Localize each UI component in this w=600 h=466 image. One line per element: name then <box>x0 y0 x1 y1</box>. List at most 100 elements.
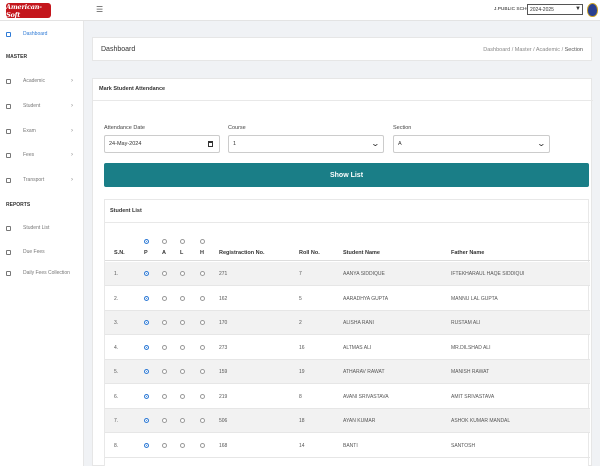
present-radio[interactable] <box>144 295 149 301</box>
sidebar-section-reports: REPORTS <box>6 202 31 208</box>
registration-cell: 271 <box>219 271 228 277</box>
holiday-radio[interactable] <box>200 320 205 325</box>
table-row: 5. 159 19 ATHARAV RAWAT MANISH RAWAT <box>105 360 590 384</box>
absent-radio[interactable] <box>162 418 167 423</box>
absent-radio[interactable] <box>162 442 167 448</box>
leave-radio[interactable] <box>180 442 185 448</box>
col-present: P <box>144 250 148 256</box>
holiday-radio[interactable] <box>200 295 205 301</box>
table-row: 7. 506 18 AYAN KUMAR ASHOK KUMAR MANDAL <box>105 409 590 433</box>
father-name-cell: MR.DILSHAD ALI <box>451 344 491 351</box>
present-radio[interactable] <box>144 344 149 350</box>
leave-radio[interactable] <box>180 344 185 350</box>
fees-icon <box>6 152 11 158</box>
absent-radio[interactable] <box>162 393 167 399</box>
sidebar-item-due-fees[interactable]: Due Fees <box>0 245 84 259</box>
mark-all-present-radio[interactable] <box>144 239 149 244</box>
absent-radio[interactable] <box>162 295 167 301</box>
sidebar-item-daily-fees-collection[interactable]: Daily Fees Collection <box>0 266 84 280</box>
session-value: 2024-2025 <box>530 6 554 13</box>
registration-cell: 170 <box>219 320 228 326</box>
sidebar-item-label: Academic <box>23 78 45 84</box>
student-name-cell: AARADHYA GUPTA <box>343 295 389 302</box>
student-name-cell: ATHARAV RAWAT <box>343 369 385 375</box>
present-radio[interactable] <box>144 271 149 276</box>
leave-radio[interactable] <box>180 393 185 399</box>
present-radio[interactable] <box>144 320 149 325</box>
holiday-radio[interactable] <box>200 271 205 276</box>
table-header: S.N. P A L H Registraction No. Roll No. … <box>105 236 590 261</box>
father-name-cell: ASHOK KUMAR MANDAL <box>451 418 511 424</box>
col-leave: L <box>180 250 184 256</box>
registration-cell: 168 <box>219 442 228 449</box>
sidebar-item-student[interactable]: Student › <box>0 99 84 113</box>
section-label: Section <box>393 125 412 131</box>
table-row: 6. 219 8 AVANI SRIVASTAVA AMIT SRIVASTAVA <box>105 385 590 409</box>
holiday-radio[interactable] <box>200 369 205 374</box>
menu-toggle-icon[interactable]: ☰ <box>96 5 103 14</box>
mark-all-holiday-radio[interactable] <box>200 239 205 244</box>
registration-cell: 162 <box>219 295 228 302</box>
sidebar-item-student-list[interactable]: Student List <box>0 221 84 235</box>
session-select[interactable]: 2024-2025 ▼ <box>527 4 583 15</box>
absent-radio[interactable] <box>162 320 167 325</box>
holiday-radio[interactable] <box>200 344 205 350</box>
sidebar-item-dashboard[interactable]: Dashboard <box>0 27 84 41</box>
section-select[interactable]: A ⌄ <box>393 135 550 153</box>
breadcrumb-academic[interactable]: Academic <box>536 47 560 53</box>
section-value: A <box>398 141 402 147</box>
leave-radio[interactable] <box>180 418 185 423</box>
chevron-right-icon: › <box>71 78 73 84</box>
absent-radio[interactable] <box>162 344 167 350</box>
sidebar-item-transport[interactable]: Transport › <box>0 173 84 187</box>
father-name-cell: AMIT SRIVASTAVA <box>451 393 495 400</box>
breadcrumb: Dashboard / Master / Academic / Section <box>483 47 583 53</box>
present-radio[interactable] <box>144 442 149 448</box>
breadcrumb-master[interactable]: Master <box>515 47 532 53</box>
registration-cell: 273 <box>219 344 228 351</box>
present-radio[interactable] <box>144 418 149 423</box>
holiday-radio[interactable] <box>200 442 205 448</box>
sidebar-item-academic[interactable]: Academic › <box>0 74 84 88</box>
mark-all-absent-radio[interactable] <box>162 239 167 244</box>
leave-radio[interactable] <box>180 369 185 374</box>
chevron-right-icon: › <box>71 177 73 183</box>
course-select[interactable]: 1 ⌄ <box>228 135 384 153</box>
present-radio[interactable] <box>144 369 149 374</box>
sidebar-item-exam[interactable]: Exam › <box>0 124 84 138</box>
present-radio[interactable] <box>144 393 149 399</box>
mark-all-leave-radio[interactable] <box>180 239 185 244</box>
registration-cell: 219 <box>219 393 228 400</box>
roll-cell: 16 <box>299 344 305 351</box>
absent-radio[interactable] <box>162 271 167 276</box>
leave-radio[interactable] <box>180 295 185 301</box>
course-label: Course <box>228 125 246 131</box>
holiday-radio[interactable] <box>200 393 205 399</box>
calendar-icon[interactable] <box>208 141 213 147</box>
absent-radio[interactable] <box>162 369 167 374</box>
sn-cell: 8. <box>114 442 119 449</box>
school-crest-icon[interactable] <box>587 3 598 17</box>
leave-radio[interactable] <box>180 271 185 276</box>
exam-icon <box>6 128 11 134</box>
roll-cell: 5 <box>299 295 302 302</box>
holiday-radio[interactable] <box>200 418 205 423</box>
attendance-date-field[interactable]: 24-May-2024 <box>104 135 220 153</box>
student-list-title: Student List <box>110 208 142 214</box>
breadcrumb-dashboard[interactable]: Dashboard <box>483 47 510 53</box>
breadcrumb-section: Section <box>564 47 583 53</box>
sn-cell: 5. <box>114 369 119 375</box>
show-list-button[interactable]: Show List <box>104 163 589 187</box>
chevron-down-icon: ▼ <box>575 6 581 12</box>
course-value: 1 <box>233 141 237 147</box>
list-icon <box>6 270 11 276</box>
sidebar-item-fees[interactable]: Fees › <box>0 148 84 162</box>
app-logo[interactable]: American-Soft <box>6 3 51 19</box>
chevron-right-icon: › <box>71 128 73 134</box>
sn-cell: 1. <box>114 271 119 277</box>
leave-radio[interactable] <box>180 320 185 325</box>
sn-cell: 3. <box>114 320 119 326</box>
sidebar: Dashboard MASTER Academic › Student › Ex… <box>0 21 84 466</box>
student-name-cell: BANTI <box>343 442 358 449</box>
table-row: 2. 162 5 AARADHYA GUPTA MANNU LAL GUPTA <box>105 287 590 311</box>
